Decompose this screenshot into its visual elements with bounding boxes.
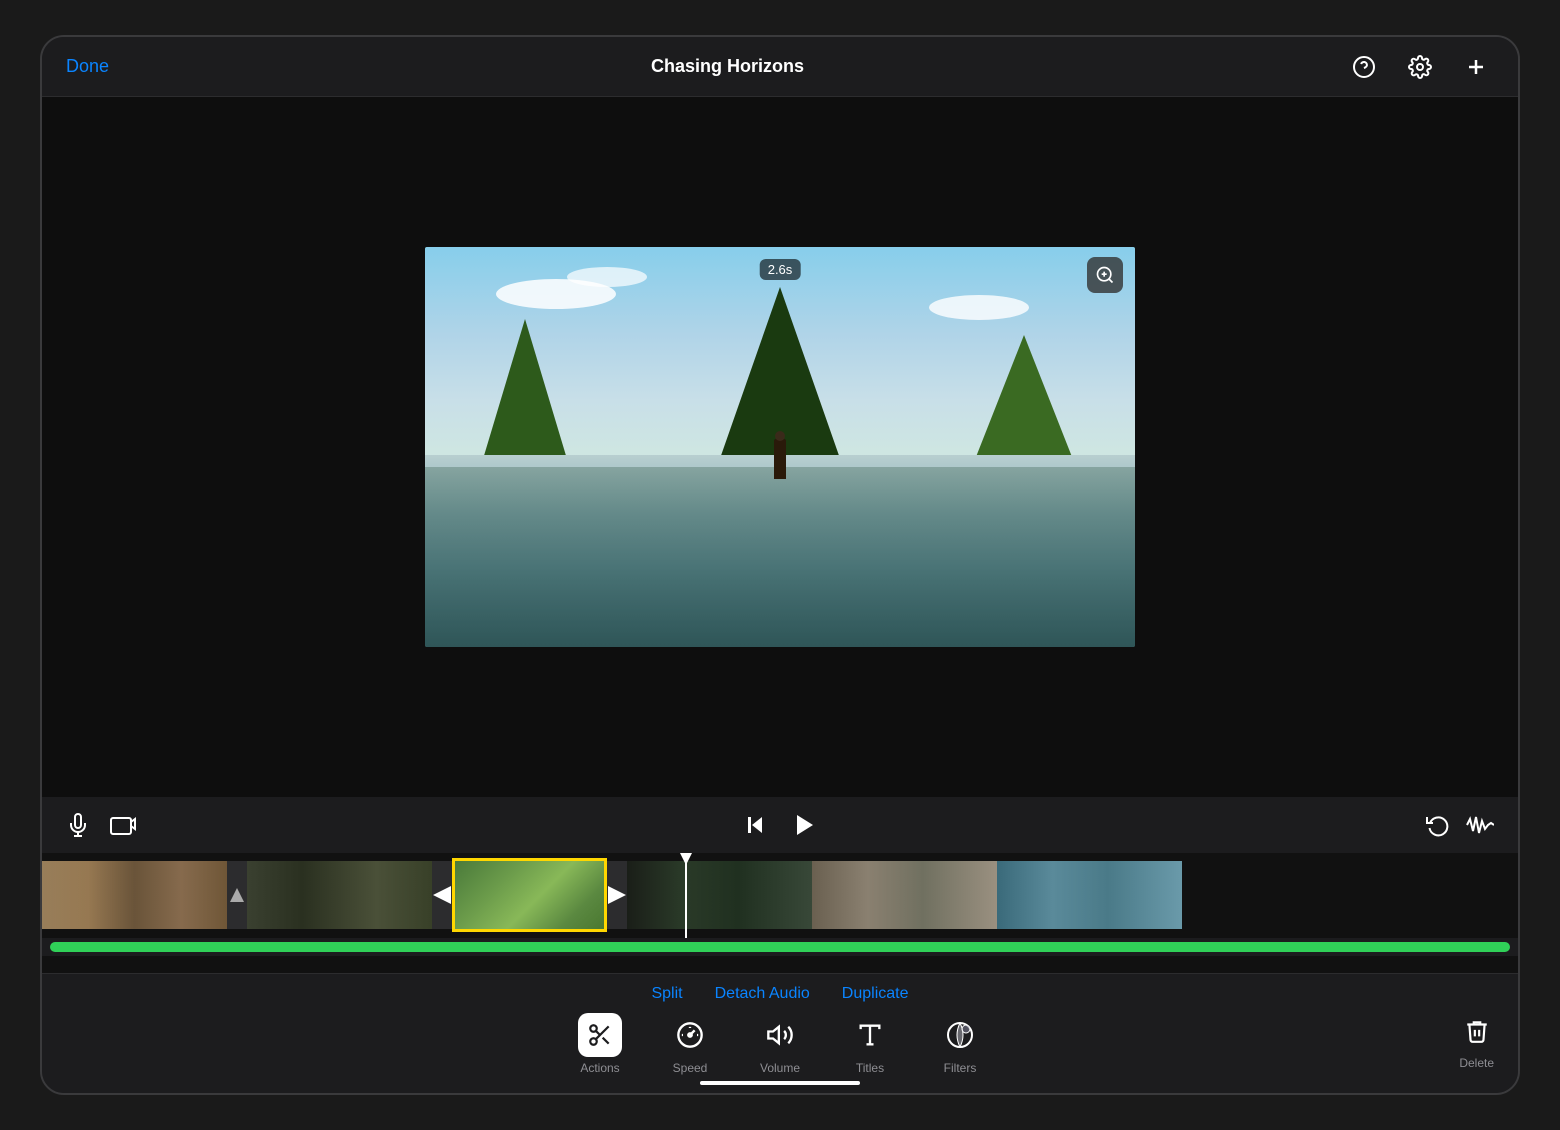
preview-area: 2.6s (42, 97, 1518, 797)
transition-3[interactable] (607, 861, 627, 929)
tool-icons-row: Actions Speed (42, 1007, 1518, 1081)
titles-icon (848, 1013, 892, 1057)
tool-titles[interactable]: Titles (825, 1007, 915, 1081)
waveform-button[interactable] (1466, 813, 1494, 837)
controls-left (66, 813, 136, 837)
top-bar-center: Chasing Horizons (651, 56, 804, 77)
filters-icon (938, 1013, 982, 1057)
tool-filters-label: Filters (944, 1061, 977, 1075)
tool-filters[interactable]: Filters (915, 1007, 1005, 1081)
context-actions: Split Detach Audio Duplicate (651, 974, 908, 1007)
play-button[interactable] (791, 811, 819, 839)
delete-button[interactable]: Delete (1459, 1017, 1494, 1070)
scissors-icon (578, 1013, 622, 1057)
skip-back-button[interactable] (743, 813, 767, 837)
undo-button[interactable] (1426, 813, 1450, 837)
clip-5[interactable] (627, 861, 812, 929)
transition-1[interactable] (227, 861, 247, 929)
help-button[interactable] (1346, 49, 1382, 85)
mic-button[interactable] (66, 813, 90, 837)
clip-2[interactable] (247, 861, 432, 929)
project-title: Chasing Horizons (651, 56, 804, 76)
delete-label: Delete (1459, 1056, 1494, 1070)
tool-actions[interactable]: Actions (555, 1007, 645, 1081)
scene-water-reflection (425, 467, 1135, 647)
volume-icon (758, 1013, 802, 1057)
detach-audio-button[interactable]: Detach Audio (715, 985, 810, 1003)
bottom-toolbar: Split Detach Audio Duplicate Actions (42, 973, 1518, 1093)
camera-button[interactable] (110, 813, 136, 837)
tool-actions-label: Actions (580, 1061, 619, 1075)
zoom-button[interactable] (1087, 257, 1123, 293)
tool-volume[interactable]: Volume (735, 1007, 825, 1081)
tool-speed-label: Speed (673, 1061, 708, 1075)
device-frame: Done Chasing Horizons (40, 35, 1520, 1095)
scene-cloud (929, 295, 1029, 320)
scene-person (774, 439, 786, 479)
tool-speed[interactable]: Speed (645, 1007, 735, 1081)
controls-center (743, 811, 819, 839)
controls-bar (42, 797, 1518, 853)
audio-bar (50, 942, 1510, 952)
split-button[interactable]: Split (651, 985, 682, 1003)
top-bar-right (1346, 49, 1494, 85)
audio-track (42, 938, 1518, 956)
home-indicator (700, 1081, 860, 1085)
video-preview: 2.6s (425, 247, 1135, 647)
clip-strip (42, 861, 1182, 929)
clip-7[interactable] (997, 861, 1182, 929)
playhead (685, 853, 687, 938)
duplicate-button[interactable]: Duplicate (842, 985, 909, 1003)
timeline-area (42, 853, 1518, 973)
done-button[interactable]: Done (66, 56, 109, 77)
timeline-track (42, 853, 1518, 938)
scene-cloud (567, 267, 647, 287)
clip-1[interactable] (42, 861, 227, 929)
top-bar-left: Done (66, 56, 109, 77)
clip-6[interactable] (812, 861, 997, 929)
tool-titles-label: Titles (856, 1061, 884, 1075)
tool-volume-label: Volume (760, 1061, 800, 1075)
transition-2[interactable] (432, 861, 452, 929)
controls-right (1426, 813, 1494, 837)
top-bar: Done Chasing Horizons (42, 37, 1518, 97)
speedometer-icon (668, 1013, 712, 1057)
settings-button[interactable] (1402, 49, 1438, 85)
add-button[interactable] (1458, 49, 1494, 85)
clip-selected[interactable] (452, 858, 607, 932)
time-badge: 2.6s (760, 259, 801, 280)
trash-icon (1464, 1017, 1490, 1052)
